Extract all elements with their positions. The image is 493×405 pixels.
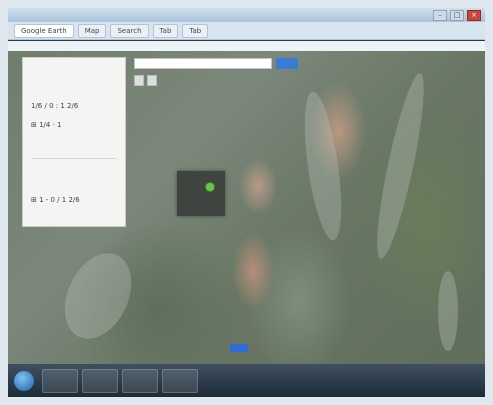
tab-4[interactable]: Tab xyxy=(152,23,179,38)
side-panel: 1/6 / 0 : 1 2/6 ⊞ 1/4 · 1 ⊞ 1 - 0 / 1 2/… xyxy=(22,57,126,227)
taskbar-item-3[interactable] xyxy=(122,369,158,393)
search-input[interactable] xyxy=(134,58,272,69)
map-type-toggles xyxy=(134,75,157,86)
terrain-ridge xyxy=(51,242,145,350)
minimize-button[interactable]: – xyxy=(433,10,447,21)
panel-divider xyxy=(31,158,117,159)
terrain-ridge xyxy=(368,70,433,262)
tab-1[interactable]: Google Earth xyxy=(14,23,74,38)
tab-2[interactable]: Map xyxy=(77,23,107,38)
panel-row-3[interactable]: ⊞ 1/4 · 1 xyxy=(31,121,62,129)
location-pin-icon[interactable] xyxy=(205,182,215,192)
taskbar-item-2[interactable] xyxy=(82,369,118,393)
tab-3[interactable]: Search xyxy=(110,23,149,38)
screen: – □ × Google Earth Map Search Tab Tab 1/… xyxy=(8,8,485,397)
window-controls: – □ × xyxy=(433,10,481,21)
tab-5[interactable]: Tab xyxy=(182,23,209,38)
terrain-ridge xyxy=(297,89,349,243)
taskbar-item-1[interactable] xyxy=(42,369,78,393)
terrain-ridge xyxy=(438,271,458,351)
search-button[interactable] xyxy=(276,58,298,69)
panel-row-6[interactable]: ⊞ 1 - 0 / 1 2/6 xyxy=(31,196,80,204)
tab-strip: Google Earth Map Search Tab Tab xyxy=(8,22,485,40)
taskbar xyxy=(8,364,485,397)
map-toggle-2[interactable] xyxy=(147,75,157,86)
start-button[interactable] xyxy=(14,371,34,391)
maximize-button[interactable]: □ xyxy=(450,10,464,21)
address-bar[interactable] xyxy=(8,41,485,51)
map-toggle-1[interactable] xyxy=(134,75,144,86)
satellite-map[interactable]: 1/6 / 0 : 1 2/6 ⊞ 1/4 · 1 ⊞ 1 - 0 / 1 2/… xyxy=(8,51,485,364)
title-bar: – □ × xyxy=(8,8,485,22)
map-footer-chip[interactable] xyxy=(230,344,248,352)
taskbar-item-4[interactable] xyxy=(162,369,198,393)
image-overlay[interactable] xyxy=(177,171,225,216)
panel-row-2: 1/6 / 0 : 1 2/6 xyxy=(31,102,79,110)
close-button[interactable]: × xyxy=(467,10,481,21)
